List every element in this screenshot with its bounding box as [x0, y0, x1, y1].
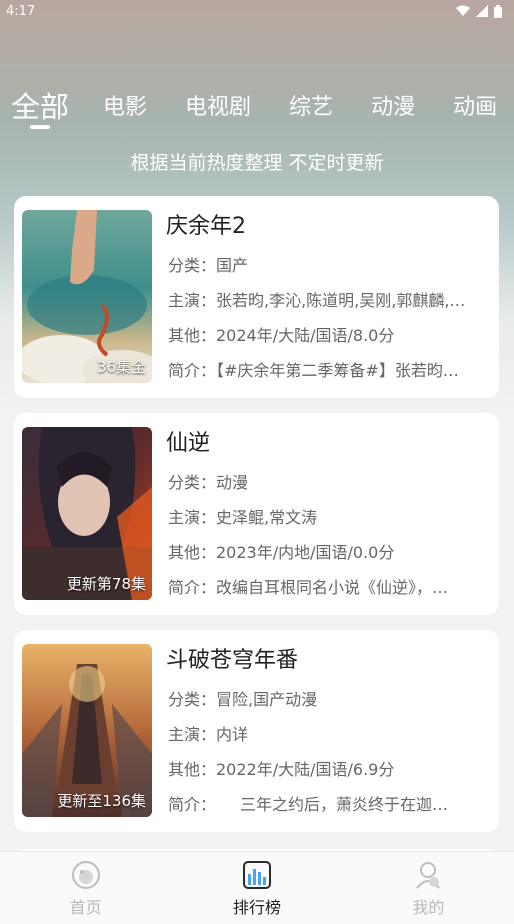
item-category: 分类：动漫: [168, 473, 249, 492]
item-category: 分类：国产: [168, 256, 249, 275]
nav-ranking[interactable]: 排行榜: [171, 852, 342, 924]
tab-all[interactable]: 全部: [11, 84, 69, 126]
nav-ranking-label: 排行榜: [232, 898, 281, 917]
ranking-subtitle: 根据当前热度整理 不定时更新: [130, 152, 384, 174]
item-other: 其他：2024年/大陆/国语/8.0分: [168, 326, 395, 345]
item-intro: 简介：【#庆余年第二季筹备#】张若昀…: [168, 361, 459, 380]
category-tabs: 全部 电影 电视剧 综艺 动漫 动画: [0, 80, 514, 130]
wifi-icon: [456, 5, 470, 16]
status-time: 4:17: [6, 3, 36, 19]
home-icon: [71, 861, 100, 889]
nav-profile[interactable]: 我的: [343, 852, 514, 924]
item-intro: 简介： 三年之约后，萧炎终于在迦…: [168, 795, 449, 814]
item-info: 斗破苍穹年番 分类：冒险,国产动漫 主演：内详 其他：2022年/大陆/国语/6…: [166, 646, 484, 822]
item-intro: 简介：改编自耳根同名小说《仙逆》，…: [168, 578, 449, 597]
tab-movie[interactable]: 电影: [103, 89, 147, 121]
episode-badge: 更新第78集: [66, 575, 146, 593]
signal-icon: [476, 5, 488, 17]
item-cast: 主演：史泽鲲,常文涛: [168, 508, 318, 527]
tab-animation[interactable]: 动画: [453, 89, 497, 121]
tab-tv[interactable]: 电视剧: [185, 89, 251, 121]
item-title: 庆余年2: [166, 214, 246, 239]
poster-image: 更新第78集: [22, 427, 152, 600]
item-info: 庆余年2 分类：国产 主演：张若昀,李沁,陈道明,吴刚,郭麒麟,… 其他：202…: [166, 212, 484, 388]
item-other: 其他：2022年/大陆/国语/6.9分: [168, 760, 395, 779]
list-item[interactable]: 36集全 庆余年2 分类：国产 主演：张若昀,李沁,陈道明,吴刚,郭麒麟,… 其…: [14, 196, 499, 398]
poster-image: 更新至136集: [22, 644, 152, 817]
profile-icon: [416, 862, 441, 889]
tab-variety[interactable]: 综艺: [289, 89, 333, 121]
episode-badge: 更新至136集: [57, 792, 146, 810]
poster-image: 36集全: [22, 210, 152, 383]
nav-home[interactable]: 首页: [0, 852, 171, 924]
episode-badge: 36集全: [96, 358, 146, 376]
list-item[interactable]: 更新至136集 斗破苍穹年番 分类：冒险,国产动漫 主演：内详 其他：2022年…: [14, 630, 499, 832]
item-info: 仙逆 分类：动漫 主演：史泽鲲,常文涛 其他：2023年/内地/国语/0.0分 …: [166, 429, 484, 605]
battery-icon: [494, 4, 502, 18]
list-item[interactable]: 更新第78集 仙逆 分类：动漫 主演：史泽鲲,常文涛 其他：2023年/内地/国…: [14, 413, 499, 615]
ranking-icon: [242, 861, 271, 889]
status-bar: 4:17: [0, 0, 514, 22]
item-cast: 主演：张若昀,李沁,陈道明,吴刚,郭麒麟,…: [168, 291, 466, 310]
item-category: 分类：冒险,国产动漫: [168, 690, 318, 709]
bottom-navigation: 首页 排行榜 我的: [0, 851, 514, 924]
item-other: 其他：2023年/内地/国语/0.0分: [168, 543, 395, 562]
nav-home-label: 首页: [69, 898, 102, 917]
status-icons: [456, 4, 502, 18]
item-title: 仙逆: [166, 431, 211, 456]
nav-profile-label: 我的: [412, 898, 445, 917]
item-title: 斗破苍穹年番: [166, 648, 299, 673]
ranking-list: 36集全 庆余年2 分类：国产 主演：张若昀,李沁,陈道明,吴刚,郭麒麟,… 其…: [14, 196, 499, 847]
active-tab-indicator: [30, 125, 50, 129]
item-cast: 主演：内详: [168, 725, 249, 744]
tab-anime[interactable]: 动漫: [371, 89, 415, 121]
